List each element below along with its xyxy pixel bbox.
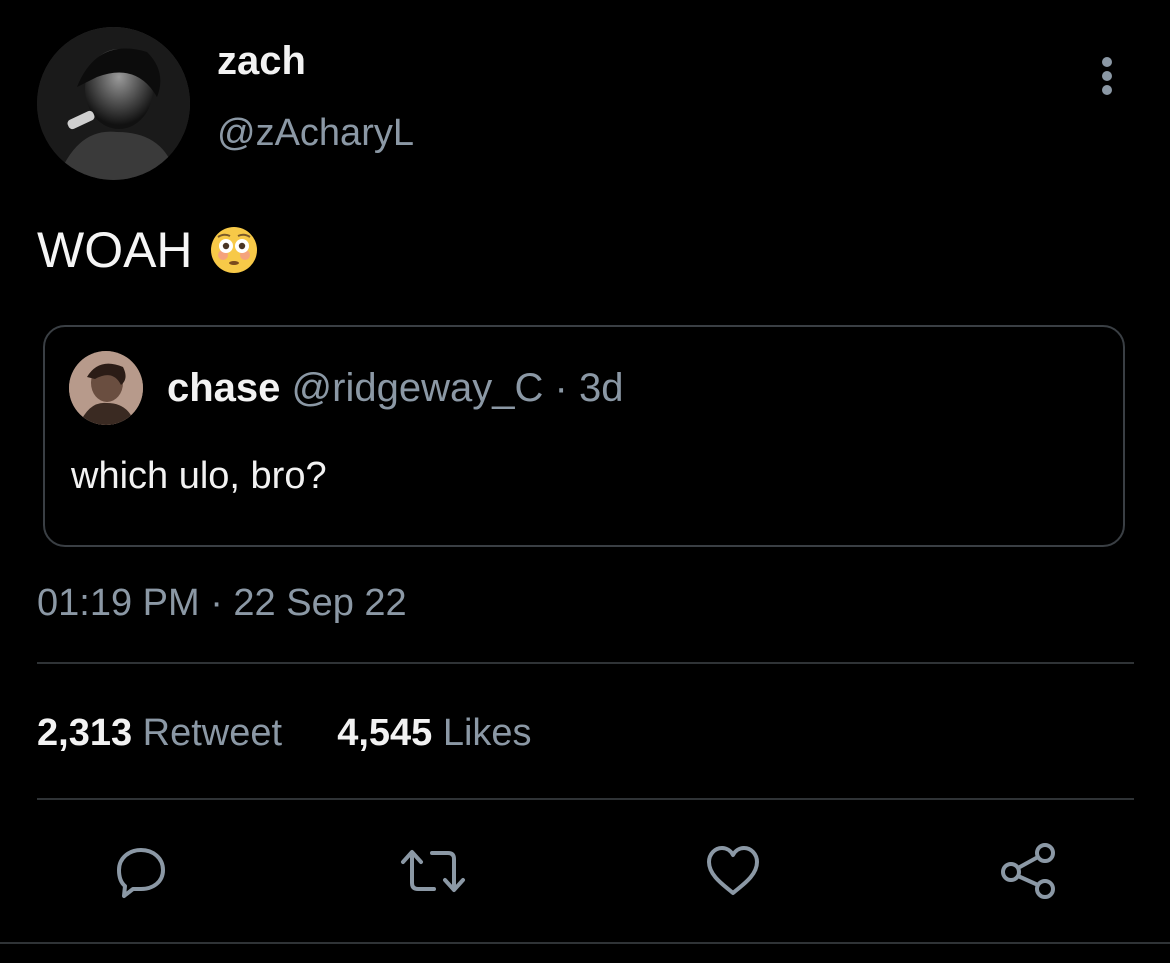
likes-stat[interactable]: 4,545 Likes xyxy=(337,712,531,754)
avatar-photo xyxy=(37,27,190,180)
display-name[interactable]: zach xyxy=(217,36,306,86)
engagement-stats: 2,313 Retweet 4,545 Likes xyxy=(37,710,532,756)
tweet-text: WOAH xyxy=(37,222,259,278)
more-vertical-icon xyxy=(1102,57,1112,95)
quote-time: 3d xyxy=(578,366,624,410)
like-button[interactable] xyxy=(705,843,761,899)
flushed-face-emoji-icon xyxy=(209,225,259,275)
quoted-tweet[interactable]: chase @ridgeway_C · 3d which ulo, bro? xyxy=(43,325,1125,547)
avatar[interactable] xyxy=(37,27,190,180)
tweet-body: WOAH xyxy=(37,222,193,278)
user-handle[interactable]: @zAcharyL xyxy=(217,110,414,156)
retweet-button[interactable] xyxy=(400,843,465,899)
quote-display-name[interactable]: chase xyxy=(167,366,280,410)
quote-avatar-photo xyxy=(69,351,143,425)
divider xyxy=(37,662,1134,664)
retweet-icon xyxy=(401,850,465,892)
quote-user-handle[interactable]: @ridgeway_C xyxy=(292,366,544,410)
quote-header: chase @ridgeway_C · 3d xyxy=(167,365,623,411)
quote-separator: · xyxy=(554,366,568,410)
share-icon xyxy=(1001,843,1055,899)
retweet-count: 2,313 xyxy=(37,712,133,754)
likes-count: 4,545 xyxy=(337,712,433,754)
tweet-timestamp[interactable]: 01:19 PM · 22 Sep 22 xyxy=(37,580,407,626)
retweet-stat[interactable]: 2,313 Retweet xyxy=(37,712,293,754)
quote-text: which ulo, bro? xyxy=(71,455,327,497)
share-button[interactable] xyxy=(1000,843,1056,899)
reply-icon xyxy=(117,848,165,898)
reply-button[interactable] xyxy=(113,843,169,899)
retweet-label: Retweet xyxy=(142,712,283,754)
divider xyxy=(37,798,1134,800)
quote-avatar[interactable] xyxy=(69,351,143,425)
more-options-button[interactable] xyxy=(1090,55,1124,97)
heart-icon xyxy=(707,846,759,895)
bottom-divider xyxy=(0,942,1170,944)
likes-label: Likes xyxy=(442,712,532,754)
